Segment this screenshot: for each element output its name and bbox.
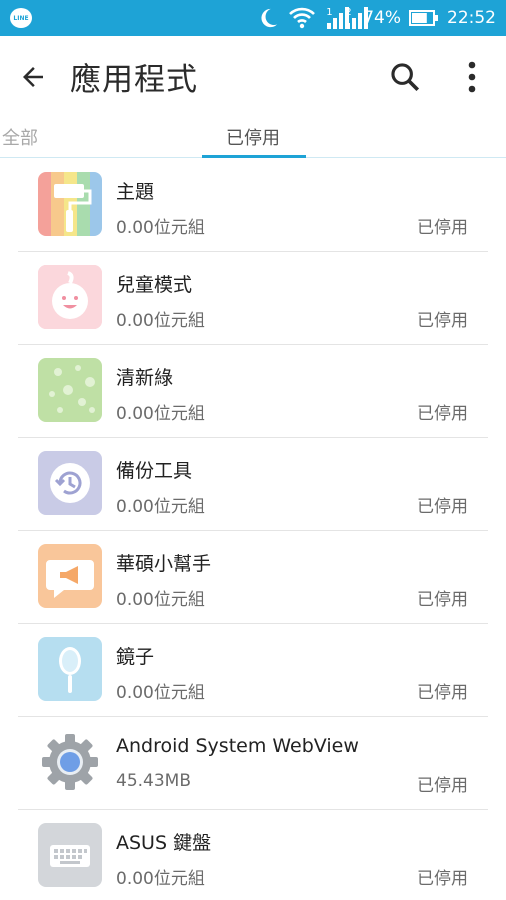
- app-size: 0.00位元組: [116, 218, 205, 238]
- line-app-icon: LINE: [10, 8, 32, 28]
- tab-all[interactable]: 全部: [2, 124, 38, 150]
- app-name: Android System WebView: [116, 735, 359, 757]
- app-size: 0.00位元組: [116, 869, 205, 889]
- app-size: 45.43MB: [116, 771, 191, 791]
- app-name: 兒童模式: [116, 274, 193, 296]
- page-title: 應用程式: [70, 62, 198, 98]
- app-name: 清新綠: [116, 367, 174, 389]
- line-app-icon-label: LINE: [13, 14, 29, 22]
- app-status: 已停用: [417, 590, 468, 610]
- keyboard-icon: [38, 823, 102, 887]
- list-item[interactable]: 備份工具 0.00位元組 已停用: [0, 438, 506, 531]
- more-vert-icon[interactable]: [452, 56, 492, 98]
- app-status: 已停用: [417, 683, 468, 703]
- signal-2-label: 2: [345, 6, 352, 18]
- app-size: 0.00位元組: [116, 497, 205, 517]
- battery-percent: 74%: [363, 8, 401, 28]
- tab-bar: 全部 已停用: [0, 116, 506, 158]
- list-item[interactable]: 鏡子 0.00位元組 已停用: [0, 624, 506, 717]
- app-status: 已停用: [417, 404, 468, 424]
- list-item[interactable]: 主題 0.00位元組 已停用: [0, 159, 506, 252]
- signal-2-icon: 2: [344, 5, 369, 31]
- app-status: 已停用: [417, 497, 468, 517]
- app-size: 0.00位元組: [116, 311, 205, 331]
- kids-mode-icon: [38, 265, 102, 329]
- list-item[interactable]: 華碩小幫手 0.00位元組 已停用: [0, 531, 506, 624]
- list-item[interactable]: Android System WebView 45.43MB 已停用: [0, 717, 506, 810]
- tab-indicator: [202, 155, 306, 158]
- backup-icon: [38, 451, 102, 515]
- tab-disabled[interactable]: 已停用: [226, 124, 280, 150]
- app-name: 備份工具: [116, 460, 193, 482]
- list-item[interactable]: 兒童模式 0.00位元組 已停用: [0, 252, 506, 345]
- app-status: 已停用: [417, 869, 468, 889]
- app-name: 華碩小幫手: [116, 553, 212, 575]
- app-size: 0.00位元組: [116, 683, 205, 703]
- app-bar: 應用程式: [0, 36, 506, 116]
- app-size: 0.00位元組: [116, 590, 205, 610]
- app-name: 主題: [116, 181, 155, 203]
- zenui-help-icon: [38, 544, 102, 608]
- app-size: 0.00位元組: [116, 404, 205, 424]
- arrow-back-icon[interactable]: [12, 56, 54, 98]
- list-item[interactable]: ASUS 鍵盤 0.00位元組 已停用: [0, 810, 506, 900]
- theme-icon: [38, 172, 102, 236]
- battery-icon: [409, 9, 439, 27]
- app-status: 已停用: [417, 776, 468, 796]
- fresh-green-icon: [38, 358, 102, 422]
- status-bar: LINE 1 2 74% 22:52: [0, 0, 506, 36]
- app-status: 已停用: [417, 311, 468, 331]
- app-list: 主題 0.00位元組 已停用 兒童模式 0.00位元組 已停用 清新綠 0.00…: [0, 159, 506, 900]
- list-item[interactable]: 清新綠 0.00位元組 已停用: [0, 345, 506, 438]
- app-status: 已停用: [417, 218, 468, 238]
- status-time: 22:52: [447, 8, 496, 28]
- moon-icon: [257, 7, 279, 29]
- app-name: ASUS 鍵盤: [116, 832, 212, 854]
- app-name: 鏡子: [116, 646, 155, 668]
- signal-1-icon: 1: [325, 5, 350, 31]
- mirror-icon: [38, 637, 102, 701]
- wifi-icon: [287, 6, 317, 30]
- webview-gear-icon: [38, 730, 102, 794]
- search-icon[interactable]: [384, 56, 426, 98]
- signal-1-label: 1: [326, 6, 333, 18]
